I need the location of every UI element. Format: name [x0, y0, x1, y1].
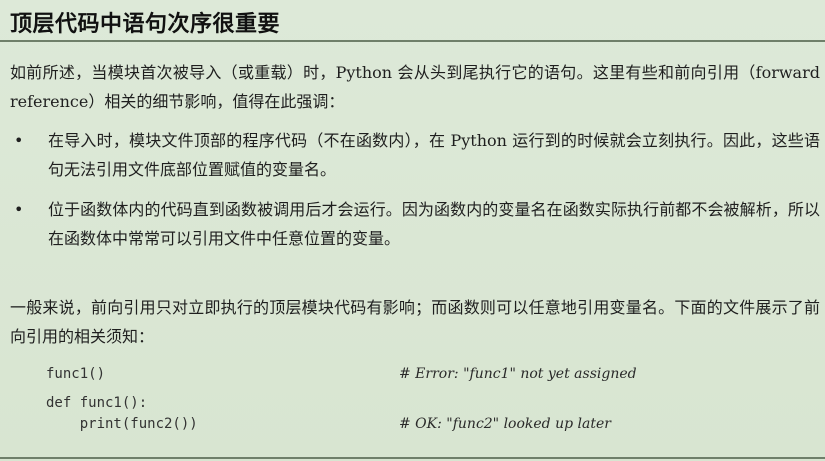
bullet-marker: •	[14, 131, 24, 150]
intro-paragraph: 如前所述，当模块首次被导入（或重载）时，Python 会从头到尾执行它的语句。这…	[10, 63, 820, 111]
code-text: func1()	[46, 366, 106, 382]
bullet-item: • 在导入时，模块文件顶部的程序代码（不在函数内），在 Python 运行到的时…	[10, 126, 820, 184]
code-line: def func1():	[46, 393, 806, 414]
code-spacer	[46, 385, 806, 393]
summary-paragraph: 一般来说，前向引用只对立即执行的顶层模块代码有影响；而函数则可以任意地引用变量名…	[10, 298, 820, 346]
bottom-divider	[0, 457, 825, 459]
code-comment: # OK: "func2" looked up later	[399, 416, 611, 432]
title-divider	[0, 40, 825, 42]
code-block: func1() # Error: "func1" not yet assigne…	[46, 364, 806, 435]
section-title: 顶层代码中语句次序很重要	[10, 12, 281, 37]
bullet-list: • 在导入时，模块文件顶部的程序代码（不在函数内），在 Python 运行到的时…	[10, 126, 820, 264]
code-line: print(func2()) # OK: "func2" looked up l…	[46, 414, 806, 435]
code-line: func1() # Error: "func1" not yet assigne…	[46, 364, 806, 385]
bullet-item: • 位于函数体内的代码直到函数被调用后才会运行。因为函数内的变量名在函数实际执行…	[10, 195, 820, 253]
code-comment: # Error: "func1" not yet assigned	[399, 366, 637, 382]
bullet-marker: •	[14, 200, 24, 219]
code-text: print(func2())	[46, 416, 198, 432]
document-page: 顶层代码中语句次序很重要 如前所述，当模块首次被导入（或重载）时，Python …	[0, 0, 825, 461]
bullet-text: 位于函数体内的代码直到函数被调用后才会运行。因为函数内的变量名在函数实际执行前都…	[48, 200, 820, 248]
bullet-text: 在导入时，模块文件顶部的程序代码（不在函数内），在 Python 运行到的时候就…	[48, 131, 820, 179]
code-text: def func1():	[46, 395, 148, 411]
